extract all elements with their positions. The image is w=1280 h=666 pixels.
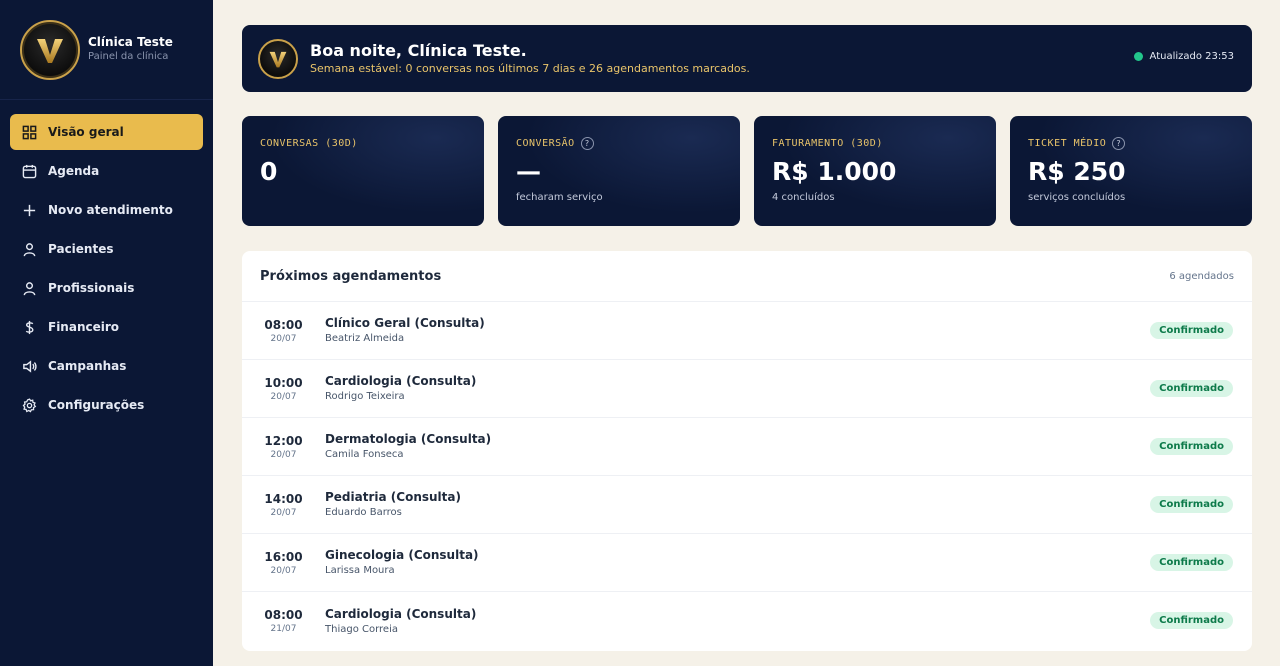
stat-label: FATURAMENTO (30D) — [772, 137, 883, 149]
status-badge: Confirmado — [1150, 612, 1233, 629]
stat-value: R$ 1.000 — [772, 157, 897, 186]
appointment-row[interactable]: 08:00 20/07 Clínico Geral (Consulta) Beatr… — [242, 302, 1252, 360]
sidebar-item-financeiro[interactable]: Financeiro — [10, 309, 203, 345]
sidebar: Clínica Teste Painel da clínica Visão ge… — [0, 0, 213, 666]
sidebar-item-campanhas[interactable]: Campanhas — [10, 348, 203, 384]
sidebar-item-label: Visão geral — [48, 125, 124, 139]
stat-sub: fecharam serviço — [516, 192, 603, 203]
appointment-row[interactable]: 16:00 20/07 Ginecologia (Consulta) Larissa… — [242, 534, 1252, 592]
appointment-date: 20/07 — [270, 507, 297, 518]
clinic-logo-small — [258, 38, 298, 79]
status-badge: Confirmado — [1150, 380, 1233, 397]
appointment-time: 14:00 — [264, 491, 303, 506]
sidebar-item-pacientes[interactable]: Pacientes — [10, 231, 203, 267]
plus-icon — [21, 202, 37, 218]
appointments-header: Próximos agendamentos 6 agendados — [242, 251, 1252, 302]
user-icon — [21, 280, 37, 296]
sidebar-item-agenda[interactable]: Agenda — [10, 153, 203, 189]
sidebar-item-label: Profissionais — [48, 281, 135, 295]
appointment-service: Ginecologia (Consulta) — [325, 548, 479, 562]
v-logo-icon — [269, 51, 287, 67]
appointments-count: 6 agendados — [1169, 270, 1234, 282]
appointment-time: 16:00 — [264, 549, 303, 564]
sidebar-item-visao-geral[interactable]: Visão geral — [10, 114, 203, 150]
appointment-time: 12:00 — [264, 433, 303, 448]
appointment-row[interactable]: 08:00 21/07 Cardiologia (Consulta) Thiago … — [242, 592, 1252, 650]
last-updated: Atualizado 23:53 — [1133, 51, 1234, 62]
greeting-banner: Boa noite, Clínica Teste. Semana estável… — [242, 25, 1252, 92]
gear-icon — [21, 397, 37, 413]
greeting-title: Boa noite, Clínica Teste. — [310, 41, 527, 60]
help-icon[interactable]: ? — [1112, 136, 1126, 150]
appointment-time: 08:00 — [264, 608, 303, 622]
appointment-service: Clínico Geral (Consulta) — [325, 316, 485, 330]
v-logo-icon — [37, 38, 63, 63]
appointment-service: Dermatologia (Consulta) — [325, 432, 492, 446]
appointment-row[interactable]: 12:00 20/07 Dermatologia (Consulta) Camila… — [242, 418, 1252, 476]
clinic-name: Clínica Teste — [88, 35, 173, 49]
status-badge: Confirmado — [1150, 438, 1233, 455]
appointment-service: Cardiologia (Consulta) — [325, 606, 477, 621]
status-badge: Confirmado — [1150, 322, 1233, 339]
appointment-time: 08:00 — [264, 317, 303, 332]
sidebar-nav: Visão geral Agenda Novo atendimento Paci… — [0, 114, 213, 426]
brand: Clínica Teste Painel da clínica — [0, 0, 213, 100]
appointments-panel: Próximos agendamentos 6 agendados 08:00 2… — [242, 251, 1252, 651]
status-dot-icon — [1133, 52, 1143, 61]
clinic-subtitle: Painel da clínica — [88, 51, 169, 62]
stat-value: R$ 250 — [1028, 157, 1126, 186]
stat-label: CONVERSÃO? — [516, 136, 722, 150]
user-icon — [21, 241, 37, 257]
calendar-icon — [21, 163, 37, 179]
dollar-icon — [21, 319, 37, 335]
appointment-patient: Thiago Correia — [325, 623, 398, 635]
megaphone-icon — [21, 358, 37, 374]
sidebar-item-novo-atendimento[interactable]: Novo atendimento — [10, 192, 203, 228]
appointment-time: 10:00 — [264, 375, 303, 390]
help-icon[interactable]: ? — [580, 136, 594, 150]
last-updated-text: Atualizado 23:53 — [1149, 51, 1234, 62]
appointment-patient: Larissa Moura — [325, 565, 395, 576]
stat-label: CONVERSAS (30D) — [260, 137, 358, 149]
appointment-row[interactable]: 10:00 20/07 Cardiologia (Consulta) Rodrigo… — [242, 360, 1252, 418]
appointment-date: 20/07 — [270, 449, 297, 460]
stat-card-ticket-medio: TICKET MÉDIO? R$ 250 serviços concluídos — [1010, 116, 1252, 226]
appointment-date: 20/07 — [270, 565, 297, 576]
sidebar-item-label: Pacientes — [48, 242, 114, 256]
stat-value: 0 — [260, 157, 278, 186]
appointment-patient: Beatriz Almeida — [325, 333, 405, 344]
appointment-date: 20/07 — [270, 391, 297, 402]
appointment-date: 20/07 — [270, 333, 297, 344]
stat-sub: 4 concluídos — [772, 192, 835, 203]
appointment-patient: Rodrigo Teixeira — [325, 391, 405, 402]
status-badge: Confirmado — [1150, 496, 1233, 513]
status-badge: Confirmado — [1150, 554, 1233, 571]
appointment-service: Cardiologia (Consulta) — [325, 374, 477, 388]
sidebar-item-label: Agenda — [48, 164, 100, 178]
greeting-summary: Semana estável: 0 conversas nos últimos … — [310, 62, 750, 75]
sidebar-item-profissionais[interactable]: Profissionais — [10, 270, 203, 306]
stat-card-faturamento: FATURAMENTO (30D) R$ 1.000 4 concluídos — [754, 116, 996, 226]
sidebar-item-label: Novo atendimento — [48, 203, 173, 217]
sidebar-item-label: Configurações — [48, 398, 145, 412]
sidebar-item-label: Financeiro — [48, 320, 120, 334]
stat-card-conversas: CONVERSAS (30D) 0 — [242, 116, 484, 226]
stat-sub: serviços concluídos — [1028, 192, 1126, 203]
clinic-logo — [20, 19, 80, 80]
appointment-date: 21/07 — [270, 624, 297, 634]
sidebar-item-label: Campanhas — [48, 359, 127, 373]
appointment-service: Pediatria (Consulta) — [325, 490, 461, 504]
stat-value: — — [516, 157, 541, 186]
appointment-patient: Eduardo Barros — [325, 507, 402, 518]
appointment-row[interactable]: 14:00 20/07 Pediatria (Consulta) Eduardo B… — [242, 476, 1252, 534]
grid-icon — [21, 124, 37, 140]
stat-label: TICKET MÉDIO? — [1028, 136, 1234, 150]
appointments-title: Próximos agendamentos — [260, 268, 442, 284]
appointment-patient: Camila Fonseca — [325, 449, 404, 460]
sidebar-item-configuracoes[interactable]: Configurações — [10, 387, 203, 423]
stat-card-conversao: CONVERSÃO? — fecharam serviço — [498, 116, 740, 226]
